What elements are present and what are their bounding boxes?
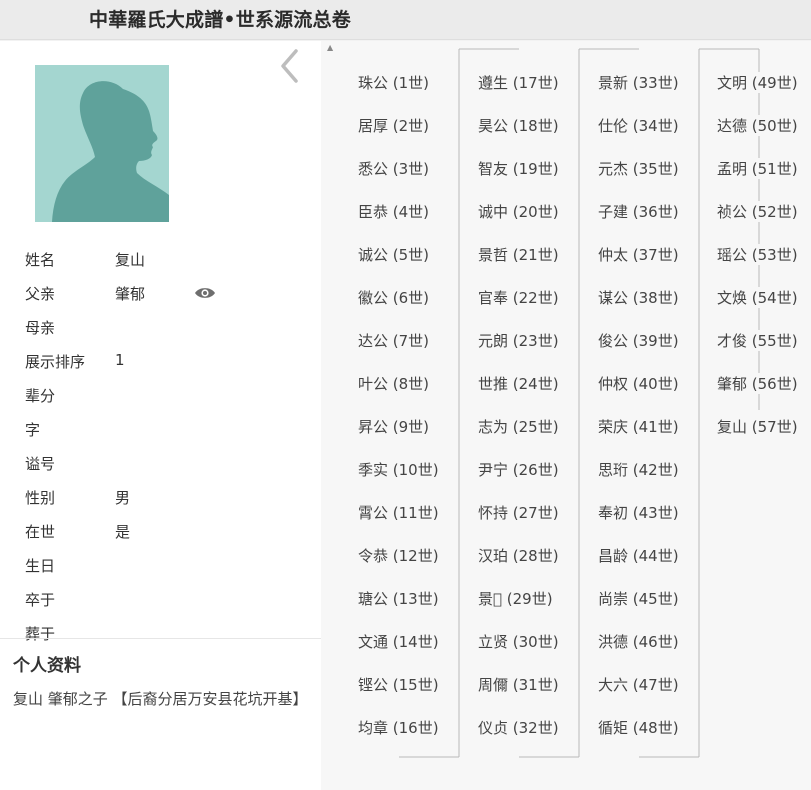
field-label: 葬于 (25, 625, 56, 643)
generation-item[interactable]: 徽公 (6世) (357, 287, 431, 308)
generation-item[interactable]: 智友 (19世) (477, 158, 560, 179)
section-divider (0, 638, 321, 639)
profile-text: 复山 肇郁之子 【后裔分居万安县花坑开基】 (13, 690, 308, 708)
generation-item[interactable]: 景新 (33世) (597, 72, 680, 93)
generation-item[interactable]: 昇公 (9世) (357, 416, 431, 437)
generation-item[interactable]: 铿公 (15世) (357, 674, 440, 695)
generation-item[interactable]: 汉珀 (28世) (477, 545, 560, 566)
field-value: 肇郁 (115, 285, 146, 303)
generation-item[interactable]: 仲权 (40世) (597, 373, 680, 394)
field-value: 男 (115, 489, 131, 507)
generation-item[interactable]: 瑭公 (13世) (357, 588, 440, 609)
field-label: 性别 (25, 489, 56, 507)
generation-item[interactable]: 瑶公 (53世) (716, 244, 799, 265)
generation-item[interactable]: 仕伦 (34世) (597, 115, 680, 136)
field-label: 辈分 (25, 387, 56, 405)
generation-item[interactable]: 元杰 (35世) (597, 158, 680, 179)
generation-item[interactable]: 悉公 (3世) (357, 158, 431, 179)
field-row: 在世 是 (0, 521, 321, 555)
field-row: 母亲 (0, 317, 321, 351)
generation-item[interactable]: 文通 (14世) (357, 631, 440, 652)
generation-item[interactable]: 景𪷋 (29世) (477, 588, 554, 609)
generation-item[interactable]: 元朗 (23世) (477, 330, 560, 351)
generation-item[interactable]: 诚公 (5世) (357, 244, 431, 265)
generation-item[interactable]: 周儞 (31世) (477, 674, 560, 695)
field-label: 母亲 (25, 319, 56, 337)
generation-item[interactable]: 大六 (47世) (597, 674, 680, 695)
generation-item[interactable]: 景哲 (21世) (477, 244, 560, 265)
generation-item[interactable]: 季实 (10世) (357, 459, 440, 480)
generation-item[interactable]: 肇郁 (56世) (716, 373, 799, 394)
field-label: 谥号 (25, 455, 56, 473)
generation-item[interactable]: 才俊 (55世) (716, 330, 799, 351)
field-label: 展示排序 (25, 353, 86, 371)
generation-item[interactable]: 叶公 (8世) (357, 373, 431, 394)
generation-item[interactable]: 臣恭 (4世) (357, 201, 431, 222)
generation-item[interactable]: 子建 (36世) (597, 201, 680, 222)
generation-item[interactable]: 循矩 (48世) (597, 717, 680, 738)
page-title: 中華羅氏大成譜•世系源流总卷 (89, 9, 351, 31)
generation-item[interactable]: 仲太 (37世) (597, 244, 680, 265)
field-row: 展示排序 1 (0, 351, 321, 385)
generation-item[interactable]: 遵生 (17世) (477, 72, 560, 93)
profile-section-title: 个人资料 (13, 656, 81, 676)
generation-item[interactable]: 居厚 (2世) (357, 115, 431, 136)
field-label: 姓名 (25, 251, 56, 269)
generation-item[interactable]: 复山 (57世) (716, 416, 799, 437)
generation-item[interactable]: 诚中 (20世) (477, 201, 560, 222)
field-row: 生日 (0, 555, 321, 589)
generation-item[interactable]: 珠公 (1世) (357, 72, 431, 93)
generation-item[interactable]: 尹宁 (26世) (477, 459, 560, 480)
generation-item[interactable]: 世推 (24世) (477, 373, 560, 394)
generation-item[interactable]: 文明 (49世) (716, 72, 799, 93)
generation-item[interactable]: 霄公 (11世) (357, 502, 440, 523)
field-value: 是 (115, 523, 131, 541)
generation-item[interactable]: 达公 (7世) (357, 330, 431, 351)
field-row: 谥号 (0, 453, 321, 487)
generation-item[interactable]: 立贤 (30世) (477, 631, 560, 652)
generation-item[interactable]: 洪德 (46世) (597, 631, 680, 652)
generation-item[interactable]: 昌龄 (44世) (597, 545, 680, 566)
field-label: 生日 (25, 557, 56, 575)
generation-item[interactable]: 尚崇 (45世) (597, 588, 680, 609)
field-row: 姓名 复山 (0, 249, 321, 283)
generation-item[interactable]: 昊公 (18世) (477, 115, 560, 136)
generation-item[interactable]: 俊公 (39世) (597, 330, 680, 351)
back-chevron-icon[interactable] (276, 47, 306, 87)
field-value: 1 (115, 351, 125, 369)
generation-item[interactable]: 志为 (25世) (477, 416, 560, 437)
generation-item[interactable]: 官奉 (22世) (477, 287, 560, 308)
generation-item[interactable]: 仪贞 (32世) (477, 717, 560, 738)
generation-item[interactable]: 祯公 (52世) (716, 201, 799, 222)
generation-item[interactable]: 令恭 (12世) (357, 545, 440, 566)
field-row: 字 (0, 419, 321, 453)
app-header: 中華羅氏大成譜•世系源流总卷 (0, 0, 811, 40)
field-label: 父亲 (25, 285, 56, 303)
generation-item[interactable]: 怀持 (27世) (477, 502, 560, 523)
generation-item[interactable]: 谋公 (38世) (597, 287, 680, 308)
field-label: 卒于 (25, 591, 56, 609)
eye-icon[interactable] (194, 285, 216, 299)
field-row: 性别 男 (0, 487, 321, 521)
field-label: 字 (25, 421, 41, 439)
avatar (35, 65, 169, 222)
generation-item[interactable]: 均章 (16世) (357, 717, 440, 738)
field-row: 父亲 肇郁 (0, 283, 321, 317)
field-row: 辈分 (0, 385, 321, 419)
field-row: 卒于 (0, 589, 321, 623)
generation-item[interactable]: 达德 (50世) (716, 115, 799, 136)
field-value: 复山 (115, 251, 146, 269)
generation-item[interactable]: 思珩 (42世) (597, 459, 680, 480)
generation-item[interactable]: 奉初 (43世) (597, 502, 680, 523)
generation-item[interactable]: 文焕 (54世) (716, 287, 799, 308)
generation-item[interactable]: 孟明 (51世) (716, 158, 799, 179)
generation-item[interactable]: 荣庆 (41世) (597, 416, 680, 437)
field-label: 在世 (25, 523, 56, 541)
